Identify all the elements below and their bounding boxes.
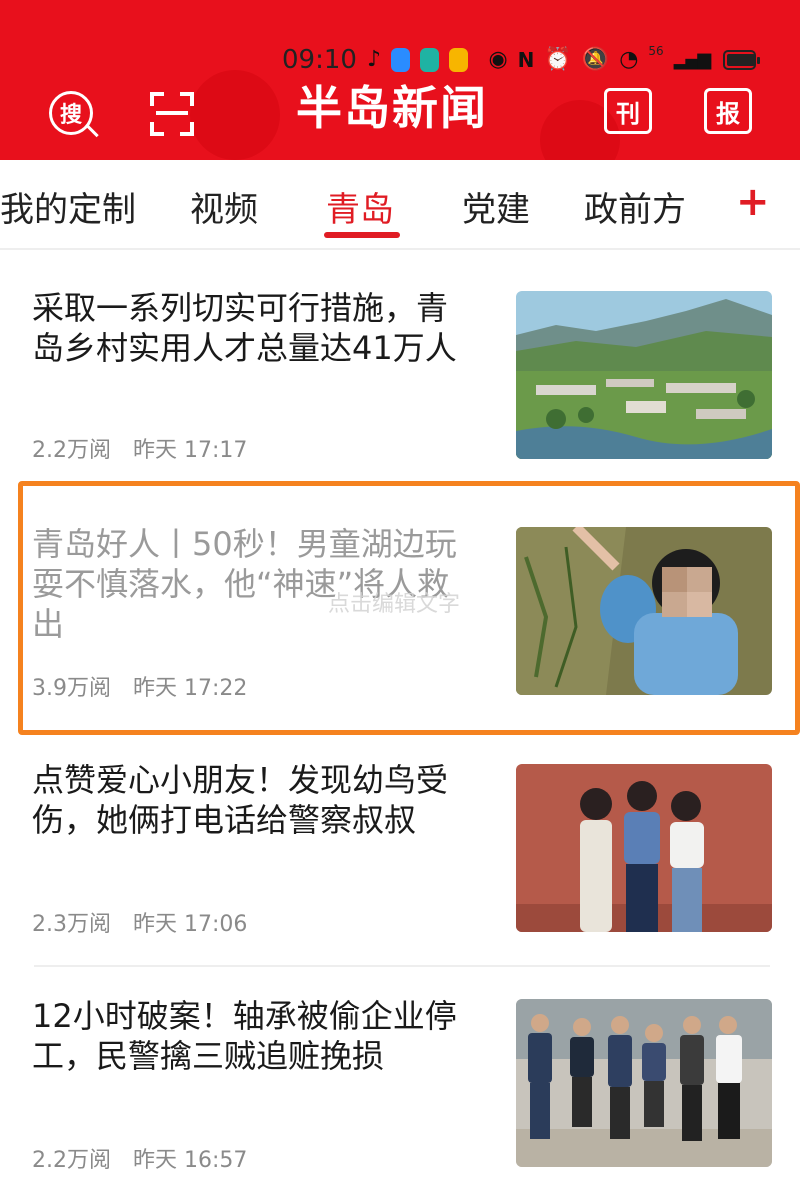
- search-icon: 搜: [49, 91, 99, 138]
- add-channel-button[interactable]: +: [736, 182, 770, 222]
- search-label: 搜: [59, 103, 82, 128]
- tab-qingdao[interactable]: 青岛: [326, 182, 394, 231]
- e-paper-button[interactable]: 刊: [604, 88, 652, 134]
- view-count: 3.9万阅: [32, 676, 111, 701]
- news-meta: 2.2万阅 昨天 16:57: [32, 1142, 247, 1174]
- news-meta: 2.3万阅 昨天 17:06: [32, 906, 247, 938]
- alarm-icon: ⏰: [544, 47, 572, 72]
- weibo-icon: [449, 48, 469, 72]
- tiktok-icon: ♪: [366, 47, 381, 72]
- channel-tabs: 我的定制 视频 青岛 党建 政前方 +: [0, 160, 800, 250]
- chat-app-icon: [420, 48, 440, 72]
- news-thumbnail[interactable]: [516, 291, 772, 459]
- village-aerial-image: [516, 291, 772, 459]
- news-meta: 2.2万阅 昨天 17:17: [32, 432, 247, 464]
- scan-button[interactable]: [150, 92, 194, 136]
- news-title[interactable]: 12小时破案！轴承被偷企业停工，民警擒三贼追赃挽损: [32, 996, 472, 1076]
- publish-time: 昨天 17:06: [133, 912, 248, 937]
- view-count: 2.2万阅: [32, 1148, 111, 1173]
- wifi-icon: ◔: [619, 47, 639, 72]
- news-thumbnail[interactable]: [516, 527, 772, 695]
- network-label: 56: [648, 44, 664, 58]
- police-arrest-image: [516, 999, 772, 1167]
- news-title[interactable]: 青岛好人丨50秒！男童湖边玩耍不慎落水，他“神速”将人救出: [32, 524, 472, 644]
- battery-icon: [723, 50, 760, 70]
- boy-by-lake-image: [516, 527, 772, 695]
- news-title[interactable]: 点赞爱心小朋友！发现幼鸟受伤，她俩打电话给警察叔叔: [32, 760, 472, 840]
- app-header: 09:10 ♪ ◉ N ⏰ 🔕 ◔ 56 ▂▄▆ 搜 半岛新闻 刊 报: [0, 0, 800, 160]
- news-thumbnail[interactable]: [516, 999, 772, 1167]
- kan-label: 刊: [616, 99, 640, 128]
- bao-label: 报: [716, 99, 740, 128]
- tab-party[interactable]: 党建: [462, 182, 530, 231]
- tab-politics[interactable]: 政前方: [584, 182, 686, 231]
- news-title[interactable]: 采取一系列切实可行措施，青岛乡村实用人才总量达41万人: [32, 288, 472, 368]
- signal-icon: ▂▄▆: [673, 49, 712, 70]
- news-thumbnail[interactable]: [516, 764, 772, 932]
- scan-icon: [156, 111, 188, 115]
- tab-video[interactable]: 视频: [190, 182, 258, 231]
- app-logo: 半岛新闻: [296, 81, 488, 135]
- nfc-icon: N: [517, 48, 535, 72]
- view-count: 2.2万阅: [32, 438, 111, 463]
- publish-time: 昨天 17:22: [133, 676, 248, 701]
- publish-time: 昨天 17:17: [133, 438, 248, 463]
- publish-time: 昨天 16:57: [133, 1148, 248, 1173]
- mute-icon: 🔕: [581, 47, 610, 72]
- blue-app-icon: [390, 48, 411, 72]
- list-divider: [34, 965, 770, 967]
- eye-icon: ◉: [488, 47, 508, 72]
- news-meta: 3.9万阅 昨天 17:22: [32, 670, 247, 702]
- view-count: 2.3万阅: [32, 912, 111, 937]
- search-button[interactable]: 搜: [44, 86, 99, 140]
- status-bar: 09:10 ♪ ◉ N ⏰ 🔕 ◔ 56 ▂▄▆: [282, 40, 760, 80]
- header-decoration: [190, 70, 280, 160]
- edit-text-hint: 点击编辑文字: [328, 592, 461, 617]
- status-time: 09:10: [282, 45, 357, 75]
- report-button[interactable]: 报: [704, 88, 752, 134]
- tab-custom[interactable]: 我的定制: [0, 182, 136, 231]
- girls-with-police-image: [516, 764, 772, 932]
- active-tab-indicator: [324, 232, 400, 238]
